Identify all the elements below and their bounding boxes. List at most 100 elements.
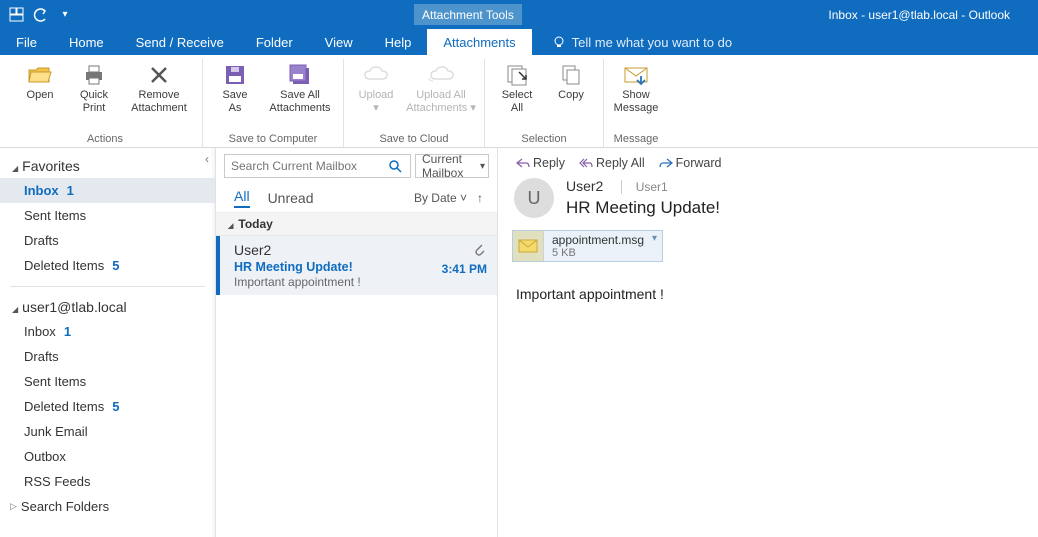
nav-item-label: Sent Items bbox=[24, 208, 86, 223]
nav-folder-item[interactable]: Drafts bbox=[0, 344, 215, 369]
nav-item-count: 5 bbox=[112, 258, 119, 273]
attachment-chip[interactable]: appointment.msg 5 KB bbox=[512, 230, 663, 262]
save-disk-button[interactable]: Save As bbox=[209, 59, 261, 131]
select-all-icon bbox=[505, 61, 529, 89]
tell-me-label: Tell me what you want to do bbox=[572, 35, 732, 50]
ribbon: Open Quick Print Remove AttachmentActions S… bbox=[0, 55, 1038, 148]
search-icon[interactable] bbox=[388, 159, 410, 173]
select-all-button[interactable]: Select All bbox=[491, 59, 543, 131]
open-folder-button[interactable]: Open bbox=[14, 59, 66, 131]
main-area: ‹ Favorites Inbox1Sent ItemsDraftsDelete… bbox=[0, 148, 1038, 537]
ribbon-group: Select AllCopySelection bbox=[485, 59, 604, 147]
nav-folder-item[interactable]: Outbox bbox=[0, 444, 215, 469]
reading-body: Important appointment ! bbox=[512, 286, 1024, 302]
nav-item-count: 5 bbox=[112, 399, 119, 414]
copy-icon bbox=[560, 61, 582, 89]
nav-item-label: Sent Items bbox=[24, 374, 86, 389]
tab-send-receive[interactable]: Send / Receive bbox=[120, 29, 240, 55]
tab-home[interactable]: Home bbox=[53, 29, 120, 55]
app-icon[interactable] bbox=[8, 6, 26, 24]
save-multi-button[interactable]: Save All Attachments bbox=[263, 59, 337, 131]
title-bar: ▾ Attachment Tools Inbox - user1@tlab.lo… bbox=[0, 0, 1038, 29]
nav-item-label: Junk Email bbox=[24, 424, 88, 439]
undo-icon[interactable] bbox=[32, 6, 50, 24]
ribbon-button-label: Copy bbox=[558, 89, 584, 102]
ribbon-group-label: Actions bbox=[14, 131, 196, 147]
qat-customize-icon[interactable]: ▾ bbox=[56, 6, 74, 24]
ribbon-button-label: Upload All Attachments ▾ bbox=[406, 89, 476, 115]
ribbon-group: Upload ▾Upload All Attachments ▾Save to … bbox=[344, 59, 485, 147]
tab-help[interactable]: Help bbox=[369, 29, 428, 55]
search-input[interactable] bbox=[225, 158, 388, 174]
sender-avatar: U bbox=[514, 178, 554, 218]
ribbon-button-label: Save As bbox=[222, 89, 247, 115]
save-disk-icon bbox=[223, 61, 247, 89]
printer-button[interactable]: Quick Print bbox=[68, 59, 120, 131]
show-message-icon bbox=[623, 61, 649, 89]
date-group-header[interactable]: Today bbox=[216, 213, 497, 236]
cloud-multi-icon bbox=[427, 61, 455, 89]
reading-pane: Reply Reply All Forward U User2 User1 HR… bbox=[498, 148, 1038, 537]
tell-me-search[interactable]: Tell me what you want to do bbox=[532, 29, 732, 55]
nav-favorite-item[interactable]: Sent Items bbox=[0, 203, 215, 228]
folder-nav-pane: ‹ Favorites Inbox1Sent ItemsDraftsDelete… bbox=[0, 148, 216, 537]
nav-item-label: Inbox bbox=[24, 324, 56, 339]
ribbon-button-label: Show Message bbox=[614, 89, 659, 115]
reading-from: User2 bbox=[566, 178, 603, 194]
favorites-header[interactable]: Favorites bbox=[0, 154, 215, 178]
search-scope-dropdown[interactable]: Current Mailbox bbox=[415, 154, 489, 178]
search-box[interactable] bbox=[224, 154, 411, 178]
nav-favorite-item[interactable]: Inbox1 bbox=[0, 178, 215, 203]
tab-folder[interactable]: Folder bbox=[240, 29, 309, 55]
message-list-pane: Current Mailbox All Unread By Date ˅ ↑ T… bbox=[216, 148, 498, 537]
cloud-up-icon bbox=[363, 61, 389, 89]
nav-item-label: Deleted Items bbox=[24, 258, 104, 273]
ribbon-group-label: Save to Computer bbox=[209, 131, 337, 147]
nav-favorite-item[interactable]: Deleted Items 5 bbox=[0, 253, 215, 278]
sort-direction-icon[interactable]: ↑ bbox=[477, 191, 483, 205]
ribbon-button-label: Save All Attachments bbox=[269, 89, 330, 115]
printer-icon bbox=[82, 61, 106, 89]
nav-folder-item[interactable]: Sent Items bbox=[0, 369, 215, 394]
reading-subject: HR Meeting Update! bbox=[566, 198, 720, 218]
cloud-multi-button: Upload All Attachments ▾ bbox=[404, 59, 478, 131]
nav-folder-item[interactable]: Junk Email bbox=[0, 419, 215, 444]
ribbon-group: Save As Save All Attachments Save to Compu… bbox=[203, 59, 344, 147]
tab-attachments[interactable]: Attachments bbox=[427, 29, 531, 55]
tab-view[interactable]: View bbox=[309, 29, 369, 55]
nav-folder-item[interactable]: Inbox 1 bbox=[0, 319, 215, 344]
message-preview: Important appointment ! bbox=[234, 275, 487, 289]
forward-button[interactable]: Forward bbox=[659, 156, 722, 170]
nav-item-count: 1 bbox=[64, 324, 71, 339]
show-message-button[interactable]: Show Message bbox=[610, 59, 662, 131]
reply-all-icon bbox=[579, 156, 593, 170]
nav-folder-item[interactable]: RSS Feeds bbox=[0, 469, 215, 494]
nav-item-label: Drafts bbox=[24, 349, 59, 364]
ribbon-button-label: Quick Print bbox=[80, 89, 108, 115]
nav-folder-item[interactable]: Deleted Items 5 bbox=[0, 394, 215, 419]
copy-button[interactable]: Copy bbox=[545, 59, 597, 131]
sort-dropdown[interactable]: By Date ˅ bbox=[414, 191, 467, 205]
account-header[interactable]: user1@tlab.local bbox=[0, 295, 215, 319]
nav-collapse-icon[interactable]: ‹ bbox=[205, 152, 209, 166]
tab-file[interactable]: File bbox=[0, 29, 53, 55]
delete-x-button[interactable]: Remove Attachment bbox=[122, 59, 196, 131]
filter-all[interactable]: All bbox=[234, 188, 250, 208]
chevron-down-icon: ˅ bbox=[460, 191, 467, 205]
reply-all-button[interactable]: Reply All bbox=[579, 156, 645, 170]
delete-x-icon bbox=[148, 61, 170, 89]
paperclip-icon bbox=[473, 242, 485, 256]
forward-icon bbox=[659, 156, 673, 170]
ribbon-button-label: Select All bbox=[502, 89, 533, 115]
lightbulb-icon bbox=[552, 35, 566, 49]
attachment-size: 5 KB bbox=[552, 247, 644, 259]
message-time: 3:41 PM bbox=[442, 262, 487, 276]
reply-button[interactable]: Reply bbox=[516, 156, 565, 170]
nav-favorite-item[interactable]: Drafts bbox=[0, 228, 215, 253]
nav-item-label: Deleted Items bbox=[24, 399, 104, 414]
filter-unread[interactable]: Unread bbox=[268, 190, 314, 206]
reply-icon bbox=[516, 156, 530, 170]
message-list-item[interactable]: User2HR Meeting Update!Important appoint… bbox=[216, 236, 497, 295]
nav-folder-item[interactable]: Search Folders bbox=[0, 494, 215, 519]
nav-item-count: 1 bbox=[67, 183, 74, 198]
